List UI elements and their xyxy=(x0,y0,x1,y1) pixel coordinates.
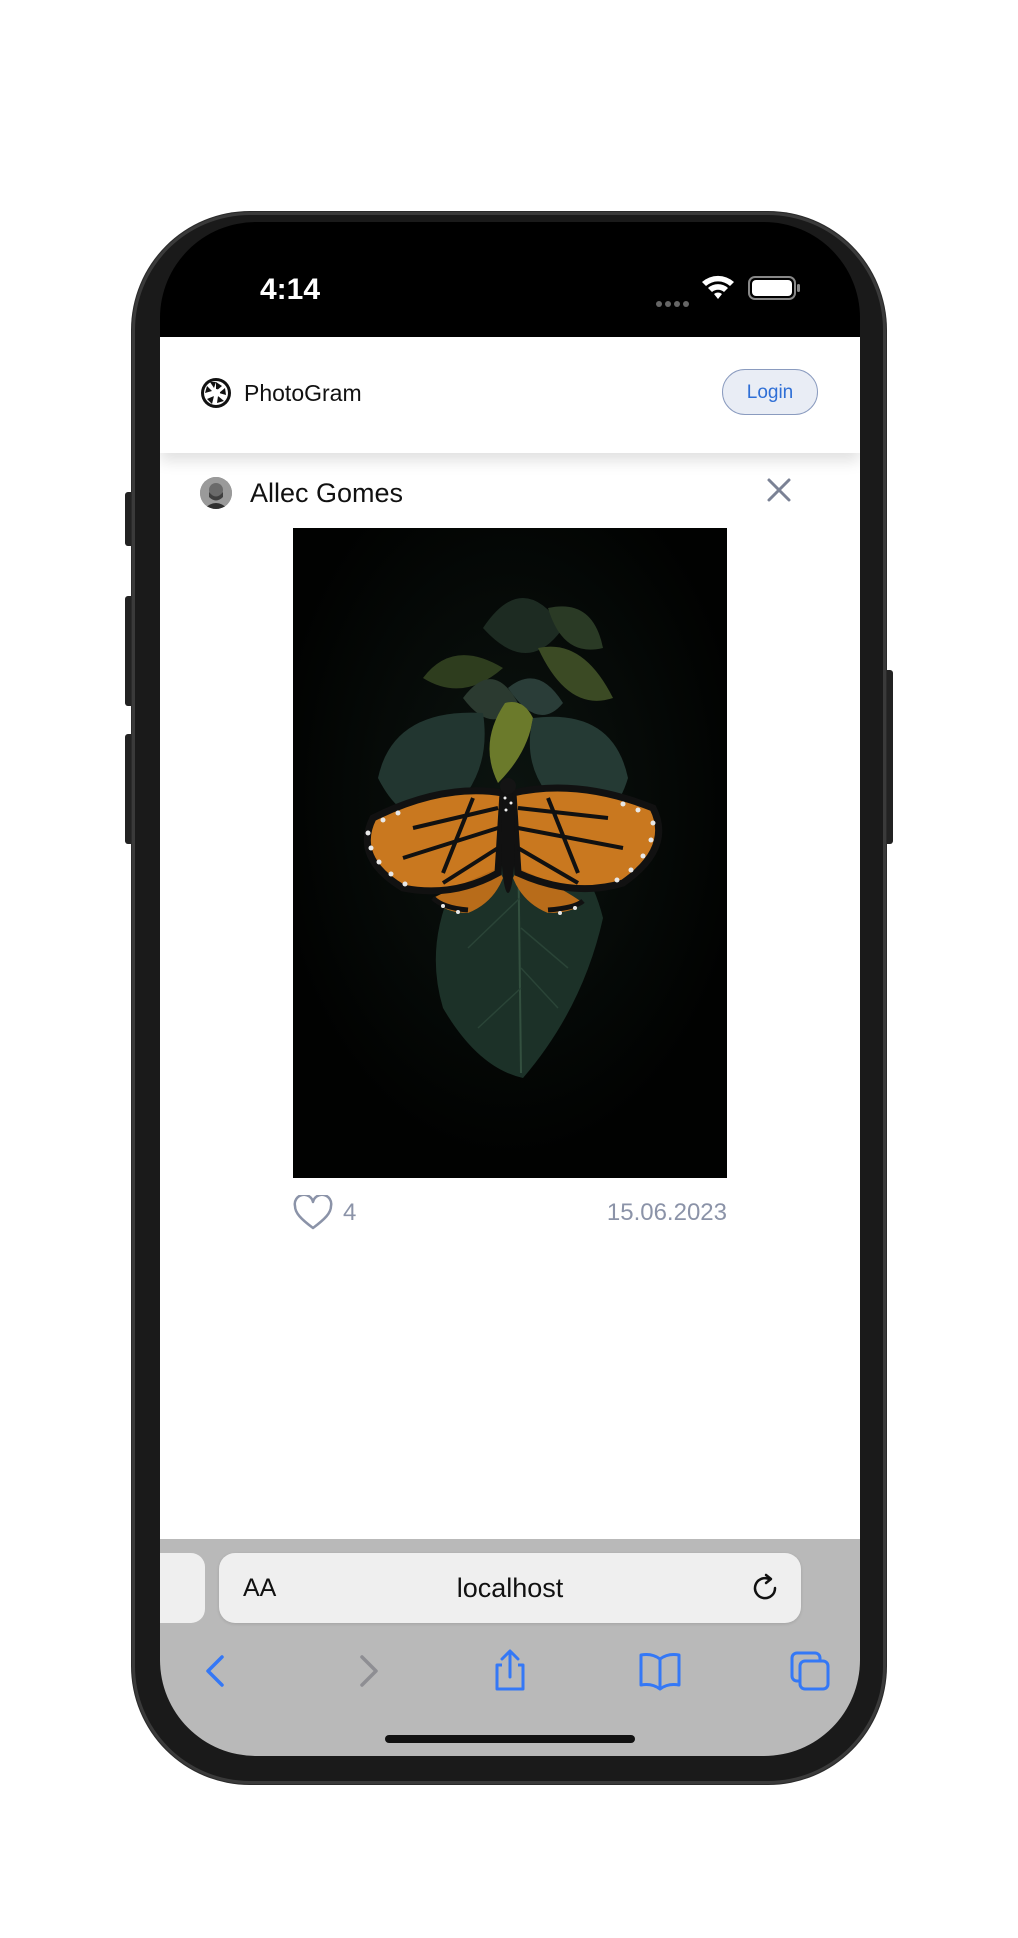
share-icon[interactable] xyxy=(488,1649,532,1693)
web-content: PhotoGram Login Allec Gomes 4 15.06.2023 xyxy=(160,337,860,1539)
battery-icon xyxy=(748,276,800,300)
address-bar[interactable]: AA localhost xyxy=(219,1553,801,1623)
tabs-icon[interactable] xyxy=(788,1649,832,1693)
safari-toolbar: AA localhost xyxy=(160,1539,860,1756)
avatar[interactable] xyxy=(200,477,232,509)
author-name[interactable]: Allec Gomes xyxy=(250,475,403,511)
camera-aperture-logo-icon[interactable] xyxy=(200,377,232,409)
login-button[interactable]: Login xyxy=(722,369,818,415)
navbar: PhotoGram Login xyxy=(160,337,860,453)
phone-screen: 4:14 PhotoGram Login Allec Gomes 4 15.06… xyxy=(160,222,860,1756)
previous-tab-preview[interactable] xyxy=(160,1553,205,1623)
status-time: 4:14 xyxy=(260,273,321,306)
butterfly-photo xyxy=(293,528,727,1178)
like-count: 4 xyxy=(343,1199,357,1226)
brand-name[interactable]: PhotoGram xyxy=(244,377,362,409)
bookmarks-icon[interactable] xyxy=(638,1649,682,1693)
heart-icon[interactable] xyxy=(293,1195,333,1231)
close-icon[interactable] xyxy=(762,473,796,507)
post-date: 15.06.2023 xyxy=(606,1199,727,1226)
stage: 4:14 PhotoGram Login Allec Gomes 4 15.06… xyxy=(0,0,1018,1938)
reload-icon[interactable] xyxy=(749,1572,781,1604)
cellular-signal-icon xyxy=(656,294,692,307)
wifi-icon xyxy=(702,275,734,299)
text-size-label: AA xyxy=(243,1574,277,1602)
home-indicator[interactable] xyxy=(385,1735,635,1743)
forward-icon[interactable] xyxy=(345,1649,389,1693)
post-header: Allec Gomes xyxy=(160,453,860,533)
url-text[interactable]: localhost xyxy=(339,1570,681,1606)
text-size-button[interactable]: AA xyxy=(243,1570,276,1606)
back-icon[interactable] xyxy=(195,1649,239,1693)
post-image[interactable] xyxy=(293,528,727,1178)
